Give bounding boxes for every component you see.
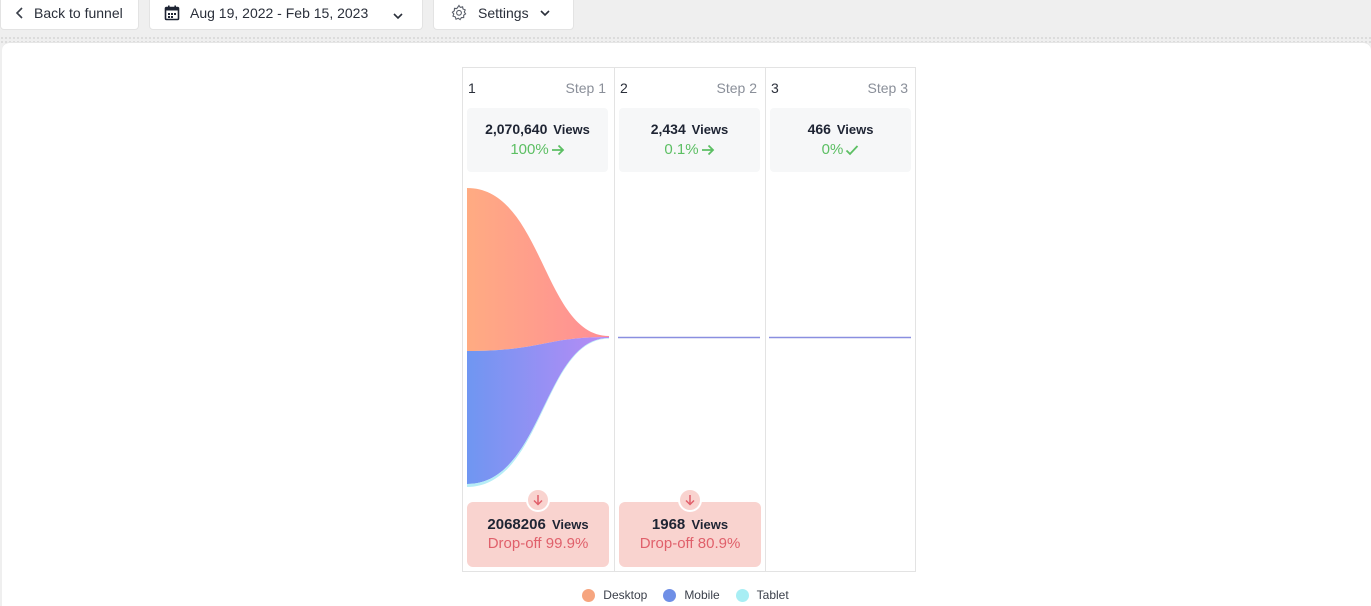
settings-dropdown[interactable]: Settings (433, 0, 574, 30)
back-to-funnel-label: Back to funnel (34, 5, 123, 21)
step-number: 2 (620, 80, 628, 96)
legend-label: Tablet (756, 588, 789, 602)
step-number: 3 (771, 80, 779, 96)
chevron-down-icon (539, 9, 551, 17)
step-stat-box[interactable]: 2,070,640 Views 100% (467, 108, 608, 172)
legend-dot (582, 588, 596, 602)
views-unit: Views (553, 122, 590, 137)
arrow-down-icon (526, 488, 550, 512)
legend-item-tablet[interactable]: Tablet (735, 588, 789, 602)
dropoff-pct: Drop-off 99.9% (487, 535, 589, 552)
step-views-count: 466 (807, 121, 831, 137)
legend-item-desktop[interactable]: Desktop (582, 588, 647, 602)
check-icon (845, 144, 859, 156)
settings-label: Settings (478, 5, 529, 21)
step-views-count: 2,434 (650, 121, 686, 137)
step-stat-box[interactable]: 466 Views 0% (770, 108, 911, 172)
step-stat-box[interactable]: 2,434 Views 0.1% (619, 108, 760, 172)
step-name: Step 2 (716, 80, 757, 96)
step-views-count: 2,070,640 (485, 121, 548, 137)
step-conversion-pct: 0.1% (664, 141, 699, 158)
dropoff-views-count: 1968 (651, 516, 686, 533)
arrow-down-icon (678, 488, 702, 512)
chevron-down-icon (392, 7, 404, 23)
dropoff-box[interactable]: 2068206 Views Drop-off 99.9% (467, 488, 609, 567)
arrow-right-icon (701, 144, 715, 156)
chart-legend: Desktop Mobile Tablet (0, 588, 1371, 602)
step-number: 1 (468, 80, 476, 96)
views-unit: Views (691, 517, 729, 532)
views-unit: Views (551, 517, 589, 532)
views-unit: Views (691, 122, 729, 137)
dropoff-views-count: 2068206 (487, 516, 546, 533)
back-to-funnel-button[interactable]: Back to funnel (0, 0, 139, 30)
chevron-left-icon (15, 7, 25, 19)
views-unit: Views (836, 122, 874, 137)
funnel-chart: 1 Step 1 2,070,640 Views 100% 2068206 Vi… (462, 67, 916, 572)
arrow-right-icon (551, 144, 565, 156)
date-range-picker[interactable]: Aug 19, 2022 - Feb 15, 2023 (149, 0, 423, 30)
funnel-step-3: 3 Step 3 466 Views 0% (765, 68, 916, 571)
legend-label: Mobile (684, 588, 720, 602)
step-conversion-pct: 0% (821, 141, 844, 158)
legend-dot (663, 588, 677, 602)
funnel-step-2: 2 Step 2 2,434 Views 0.1% 1968 Views Dro… (614, 68, 765, 571)
legend-item-mobile[interactable]: Mobile (663, 588, 720, 602)
step-name: Step 1 (565, 80, 606, 96)
funnel-step-1: 1 Step 1 2,070,640 Views 100% 2068206 Vi… (463, 68, 614, 571)
toolbar: Back to funnel Aug 19, 2022 - Feb 15, 20… (0, 0, 1371, 36)
step-conversion-pct: 100% (510, 141, 549, 158)
legend-label: Desktop (603, 588, 648, 602)
date-range-label: Aug 19, 2022 - Feb 15, 2023 (190, 5, 369, 21)
gear-icon (450, 4, 468, 22)
dropoff-box[interactable]: 1968 Views Drop-off 80.9% (619, 488, 761, 567)
legend-dot (735, 588, 749, 602)
dropoff-pct: Drop-off 80.9% (639, 535, 741, 552)
step-name: Step 3 (867, 80, 908, 96)
calendar-icon (164, 5, 180, 21)
